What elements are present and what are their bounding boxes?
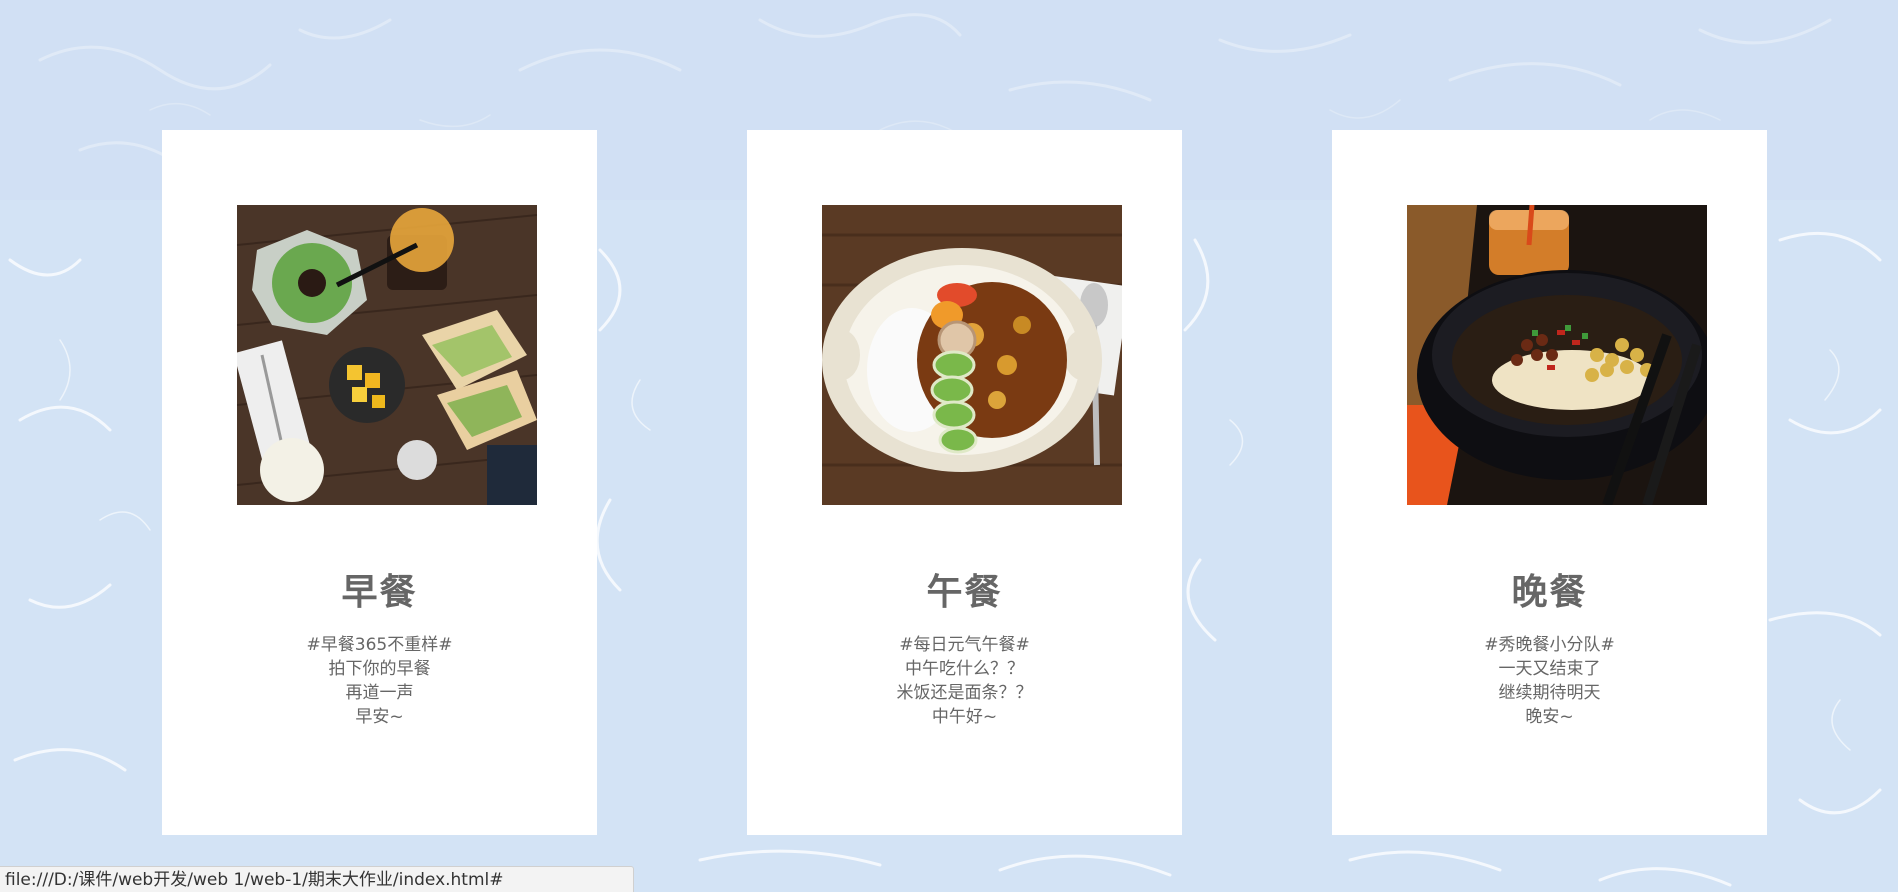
card-line: 早安~ bbox=[355, 707, 404, 727]
card-line: 米饭还是面条？？ bbox=[896, 683, 1033, 703]
card-line: 再道一声 bbox=[345, 683, 414, 703]
card-line: #每日元气午餐# bbox=[899, 635, 1030, 655]
status-url: file:///D:/课件/web开发/web 1/web-1/期末大作业/in… bbox=[5, 870, 504, 890]
lunch-image bbox=[822, 205, 1122, 505]
card-title: 午餐 bbox=[926, 572, 1003, 613]
meal-card-dinner: 晚餐 #秀晚餐小分队# 一天又结束了 继续期待明天 晚安~ bbox=[1332, 130, 1767, 835]
card-title: 早餐 bbox=[341, 572, 418, 613]
card-description: #早餐365不重样# 拍下你的早餐 再道一声 早安~ bbox=[162, 633, 597, 729]
breakfast-image bbox=[237, 205, 537, 505]
card-line: #秀晚餐小分队# bbox=[1484, 635, 1615, 655]
card-line: 中午吃什么？？ bbox=[905, 659, 1024, 679]
browser-status-bar: file:///D:/课件/web开发/web 1/web-1/期末大作业/in… bbox=[0, 866, 634, 892]
card-line: #早餐365不重样# bbox=[306, 635, 453, 655]
card-title: 晚餐 bbox=[1511, 572, 1588, 613]
card-line: 晚安~ bbox=[1525, 707, 1574, 727]
card-line: 一天又结束了 bbox=[1498, 659, 1601, 679]
card-description: #秀晚餐小分队# 一天又结束了 继续期待明天 晚安~ bbox=[1332, 633, 1767, 729]
card-line: 继续期待明天 bbox=[1498, 683, 1601, 703]
dinner-image bbox=[1407, 205, 1707, 505]
card-description: #每日元气午餐# 中午吃什么？？ 米饭还是面条？？ 中午好~ bbox=[747, 633, 1182, 729]
meal-card-lunch: 午餐 #每日元气午餐# 中午吃什么？？ 米饭还是面条？？ 中午好~ bbox=[747, 130, 1182, 835]
card-line: 拍下你的早餐 bbox=[328, 659, 431, 679]
meal-card-breakfast: 早餐 #早餐365不重样# 拍下你的早餐 再道一声 早安~ bbox=[162, 130, 597, 835]
card-line: 中午好~ bbox=[931, 707, 998, 727]
